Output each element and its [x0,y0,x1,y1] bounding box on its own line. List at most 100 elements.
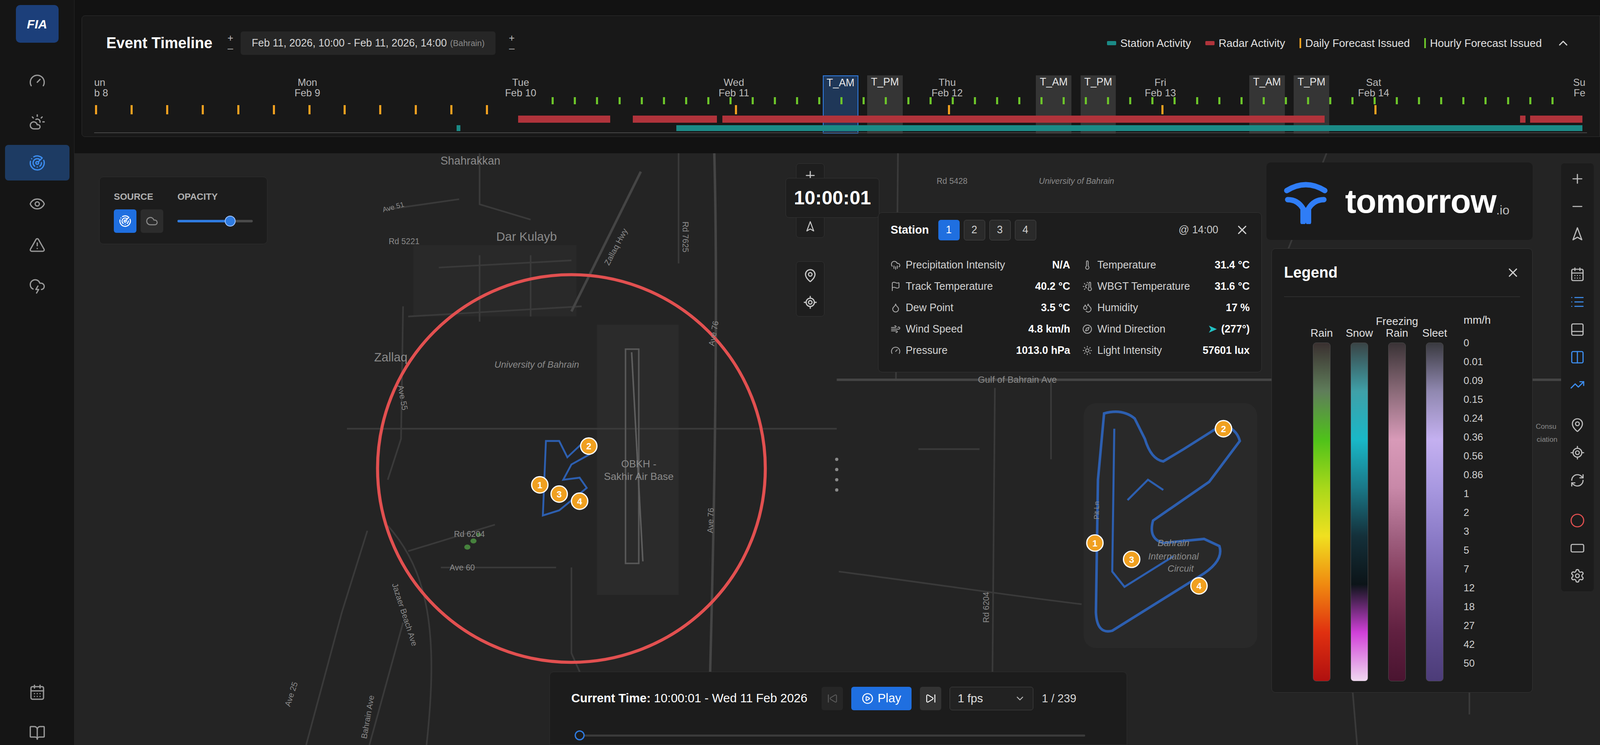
map-label: Ave 76 [705,507,716,533]
chart-icon [1569,377,1585,393]
map-view[interactable]: ShahrakkanAve 51Rd 5221Dar KulaybZallaq … [74,153,1600,745]
hourly-forecast-tick [573,97,576,105]
station-pin[interactable]: 3 [1123,550,1140,568]
hourly-forecast-tick [796,97,799,105]
timeline-legend: Station ActivityRadar ActivityDaily Fore… [1106,35,1571,52]
toolbar-button[interactable] [1561,561,1594,590]
hourly-forecast-tick [1551,97,1554,105]
step-down-button[interactable]: – [508,43,515,54]
day-label: SatFeb 14 [1358,77,1390,98]
map-label: Rd 5221 [388,236,420,246]
collapse-icon[interactable] [1556,35,1571,51]
temperature-icon [1082,259,1093,270]
current-time: Current Time:10:00:01 - Wed 11 Feb 2026 [571,688,808,708]
station-pin[interactable]: 1 [531,476,548,493]
app: FIAEvent Timeline+–Feb 11, 2026, 10:00 -… [0,0,1600,745]
pin-icon[interactable] [803,268,818,283]
road [1050,379,1052,460]
sidebar-item[interactable] [5,226,70,263]
hourly-forecast-tick [840,97,843,105]
station-pin[interactable]: 4 [1190,577,1208,594]
daily-forecast-tick [272,105,275,115]
station-tab[interactable]: 2 [963,219,986,241]
close-icon[interactable] [1505,265,1521,280]
radar-activity-bar [1520,115,1526,123]
toolbar-button[interactable] [1561,410,1594,439]
source-option[interactable] [140,209,164,233]
map-label: Ave 51 [381,200,406,214]
source-option[interactable] [113,209,137,233]
step-up-button[interactable]: + [508,33,515,44]
dew-icon [890,302,901,313]
station-pin[interactable]: 3 [551,485,568,502]
station-tab[interactable]: 4 [1014,219,1037,241]
sidebar-item[interactable] [5,185,70,222]
step-down-button[interactable]: – [227,43,234,54]
range-stepper[interactable]: +– [508,33,515,54]
map-label: Ave 55 [396,384,410,411]
toolbar-button[interactable] [1561,287,1594,316]
map-toolbar [1561,163,1594,591]
daily-forecast-tick [1161,105,1164,115]
toolbar-button[interactable] [1561,370,1594,399]
time-slider[interactable] [574,729,1086,740]
legend-column: Snow [1340,306,1379,681]
sidebar-item[interactable] [5,103,70,140]
toolbar-button[interactable] [1561,220,1594,248]
station-pin[interactable]: 2 [1215,420,1232,437]
previous-button[interactable] [821,686,843,710]
station-row: Wind Direction(277°) [1082,318,1250,340]
road [408,524,495,551]
toolbar-button[interactable] [1561,164,1594,193]
play-button[interactable]: Play [851,686,912,710]
playback-bar: Current Time:10:00:01 - Wed 11 Feb 2026 P… [549,671,1128,745]
sidebar-item[interactable] [5,720,70,745]
toolbar-button[interactable] [1561,534,1594,562]
station-pin[interactable]: 4 [571,492,588,509]
locate-icon[interactable] [803,295,818,310]
toolbar-button[interactable] [1561,192,1594,221]
sidebar-item[interactable] [5,267,70,304]
station-tab[interactable]: 1 [938,219,960,241]
radar-activity-bar [518,115,611,123]
svg-text:4: 4 [577,495,583,507]
toolbar-button[interactable] [1561,260,1594,288]
tomorrow-logo-icon [1283,178,1329,224]
station-pin[interactable]: 2 [580,437,597,455]
map-label: Zallaq [374,350,408,364]
map-label: Rd 6204 [981,591,991,623]
sidebar-item[interactable] [5,679,70,704]
step-up-button[interactable]: + [227,33,234,44]
station-pin[interactable]: 1 [1086,534,1104,551]
legend-column: Rain [1302,306,1341,681]
road [346,427,837,430]
station-popup: Station1234@ 14:00Precipitation Intensit… [878,212,1262,373]
toolbar-button[interactable] [1561,315,1594,344]
next-button[interactable] [919,686,942,710]
monitor-icon [28,195,46,213]
split-drag-handle[interactable] [834,457,839,492]
hourly-forecast-tick [685,97,688,105]
fia-logo[interactable]: FIA [15,5,59,43]
date-range[interactable]: Feb 11, 2026, 10:00 - Feb 11, 2026, 14:0… [240,31,496,55]
close-icon[interactable] [1235,222,1250,237]
opacity-slider[interactable] [177,209,253,233]
toolbar-button[interactable] [1561,343,1594,371]
sidebar-item[interactable] [5,144,70,181]
sidebar-item[interactable] [5,62,70,99]
speed-select[interactable]: 1 fps [949,686,1034,710]
toolbar-button[interactable] [1561,506,1594,535]
north-icon[interactable] [804,220,817,233]
range-stepper[interactable]: +– [227,33,234,54]
station-tab[interactable]: 3 [989,219,1011,241]
toolbar-button[interactable] [1561,466,1594,494]
pin-icon [1569,417,1585,433]
svg-text:1: 1 [1092,537,1098,549]
hourly-forecast-tick [551,97,554,105]
area-circle[interactable] [377,274,766,663]
hourly-forecast-tick [1373,97,1376,105]
toolbar-button[interactable] [1561,438,1594,467]
hourly-forecast-tick [595,97,599,105]
timeline-strip[interactable]: T_AMT_PMT_AMT_PMT_AMT_PMunb 8MonFeb 9Tue… [94,70,1588,136]
road [369,622,404,745]
